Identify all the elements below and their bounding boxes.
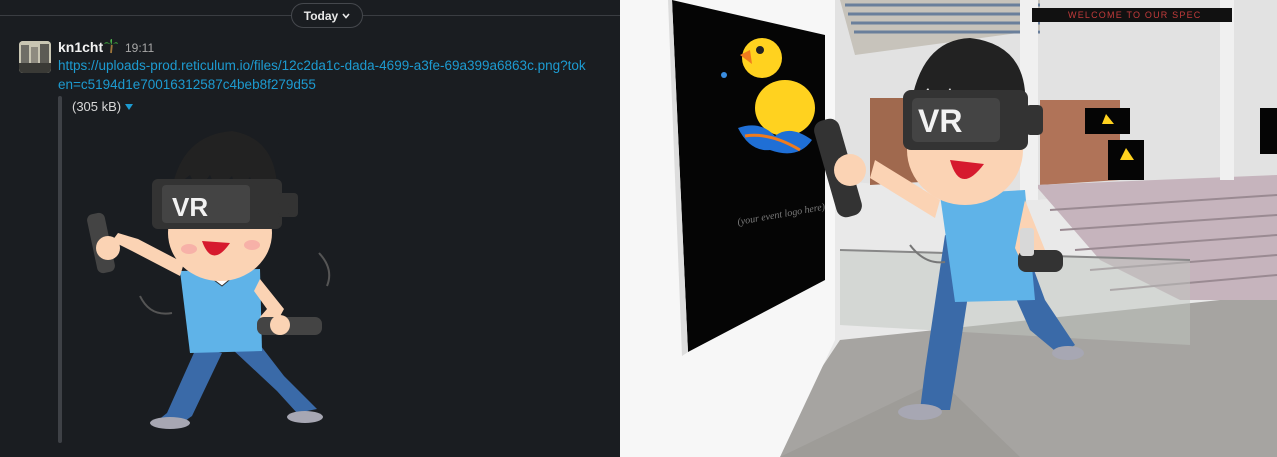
attachment-toggle[interactable]: (305 kB) — [72, 99, 134, 114]
headset-vr-label: VR — [172, 192, 208, 222]
scene-headset-vr-label: VR — [918, 103, 962, 139]
day-divider-button[interactable]: Today — [291, 3, 363, 28]
avatar[interactable] — [19, 41, 51, 73]
attachment-border — [58, 96, 62, 443]
chevron-down-icon — [342, 12, 350, 19]
welcome-banner: WELCOME TO OUR SPEC — [1032, 8, 1232, 22]
caret-down-icon — [125, 103, 134, 110]
username[interactable]: kn1cht — [58, 39, 103, 55]
file-link[interactable]: https://uploads-prod.reticulum.io/files/… — [58, 56, 588, 94]
attachment-image-preview[interactable]: VR — [72, 121, 355, 443]
day-divider-label: Today — [303, 8, 339, 23]
vr-scene-view[interactable]: (your event logo here) VR — [620, 0, 1277, 457]
palm-tree-icon — [104, 39, 118, 54]
message-timestamp[interactable]: 19:11 — [125, 41, 154, 55]
chat-pane: Today kn1cht 19:11 https://uploads-prod.… — [0, 0, 620, 457]
attachment-size: (305 kB) — [72, 99, 122, 114]
